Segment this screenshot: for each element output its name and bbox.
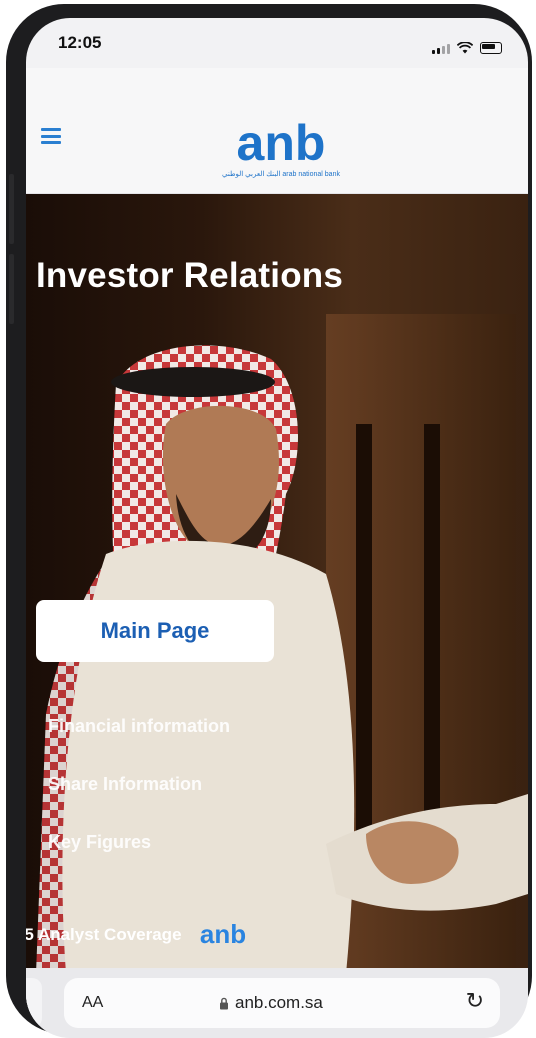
side-button — [9, 254, 14, 324]
browser-toolbar: AA anb.com.sa ↻ — [26, 968, 528, 1038]
previous-tab[interactable] — [26, 978, 42, 1028]
anb-footer-logo: anb — [199, 920, 245, 949]
wifi-icon — [457, 42, 473, 54]
screen: 12:05 anb البنك العربي الوطني arab natio… — [26, 18, 528, 1038]
svg-text:anb: anb — [199, 920, 245, 949]
anb-logo[interactable]: anb البنك العربي الوطني arab national ba… — [206, 120, 356, 182]
status-time: 12:05 — [58, 33, 102, 52]
reader-settings-button[interactable]: AA — [82, 994, 103, 1012]
signal-icon — [432, 43, 450, 54]
svg-text:anb: anb — [237, 120, 326, 171]
nav-item-key-figures[interactable]: Key Figures — [48, 832, 230, 853]
lock-icon — [220, 997, 228, 1009]
url-text: anb.com.sa — [235, 993, 323, 1012]
side-button — [9, 174, 14, 244]
ir-nav: Financial information Share Information … — [48, 716, 230, 890]
analyst-coverage-text: 2025 Analyst Coverage — [26, 925, 182, 944]
hamburger-icon[interactable] — [41, 128, 61, 144]
phone-frame: 12:05 anb البنك العربي الوطني arab natio… — [6, 4, 532, 1038]
svg-text:البنك العربي الوطني arab nati: البنك العربي الوطني arab national bank — [222, 170, 340, 178]
address-bar[interactable]: AA anb.com.sa ↻ — [64, 978, 500, 1028]
nav-item-share-information[interactable]: Share Information — [48, 774, 230, 795]
url-display[interactable]: anb.com.sa — [219, 993, 323, 1013]
nav-item-financial-information[interactable]: Financial information — [48, 716, 230, 737]
reload-icon[interactable]: ↻ — [466, 988, 484, 1014]
page-title: Investor Relations — [36, 256, 344, 295]
battery-icon — [480, 42, 502, 54]
hero-section: Investor Relations Main Page Financial i… — [26, 194, 528, 974]
main-page-button[interactable]: Main Page — [36, 600, 274, 662]
status-bar: 12:05 — [26, 18, 528, 68]
site-header: anb البنك العربي الوطني arab national ba… — [26, 68, 528, 194]
status-icons — [432, 42, 502, 54]
analyst-coverage-bar[interactable]: 2025 Analyst Coverage anb — [26, 920, 258, 950]
